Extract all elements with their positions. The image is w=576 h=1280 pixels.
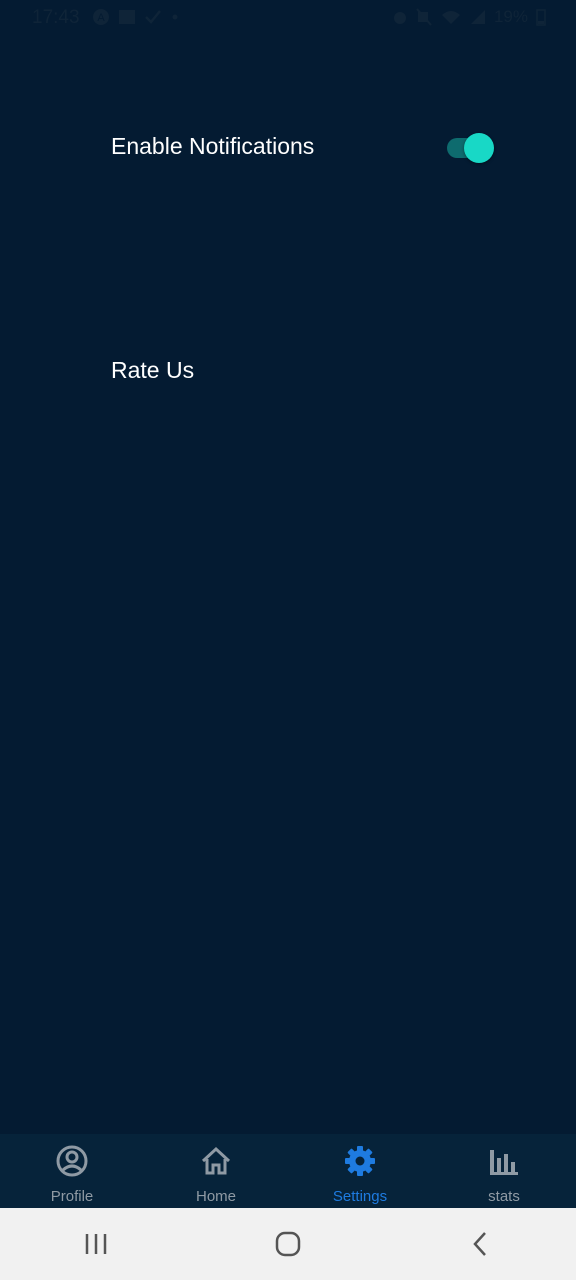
bottom-navigation: Profile Home Settings stats (0, 1134, 576, 1208)
alarm-icon (393, 12, 406, 24)
mute-icon (416, 8, 432, 26)
enable-notifications-label: Enable Notifications (111, 133, 315, 159)
recent-apps-button[interactable] (66, 1214, 126, 1274)
battery-percent: 19% (493, 7, 528, 26)
nav-item-settings[interactable]: Settings (288, 1134, 432, 1208)
back-button[interactable] (450, 1214, 510, 1274)
status-time: 17:43 (32, 7, 80, 28)
rate-us-item[interactable]: Rate Us (111, 357, 194, 384)
battery-icon (536, 9, 546, 26)
svg-text:A: A (97, 12, 105, 24)
signal-icon (470, 10, 485, 24)
status-bar: 17:43 A 19% (0, 0, 576, 36)
nav-item-profile[interactable]: Profile (0, 1134, 144, 1208)
recent-apps-icon (85, 1234, 107, 1254)
system-nav-bar (0, 1208, 576, 1280)
home-icon (199, 1144, 233, 1178)
home-circle-icon (275, 1231, 301, 1257)
profile-icon (55, 1144, 89, 1178)
nav-label-stats: stats (488, 1188, 520, 1205)
status-right-icons: 19% (392, 7, 546, 27)
bar-chart-icon (487, 1144, 521, 1178)
toggle-knob (464, 133, 494, 163)
wifi-icon (441, 11, 460, 24)
gear-icon (343, 1144, 377, 1178)
nav-label-profile: Profile (50, 1188, 94, 1205)
a-circle-icon: A (93, 9, 109, 25)
nav-item-home[interactable]: Home (144, 1134, 288, 1208)
home-button[interactable] (258, 1214, 318, 1274)
check-icon (145, 10, 161, 24)
image-icon (119, 10, 135, 24)
back-icon (473, 1232, 486, 1256)
nav-label-home: Home (195, 1188, 236, 1205)
notifications-toggle[interactable] (447, 133, 497, 163)
nav-item-stats[interactable]: stats (432, 1134, 576, 1208)
nav-label-settings: Settings (332, 1188, 388, 1205)
dot-icon (172, 14, 178, 20)
status-left-icons: A (92, 8, 180, 26)
